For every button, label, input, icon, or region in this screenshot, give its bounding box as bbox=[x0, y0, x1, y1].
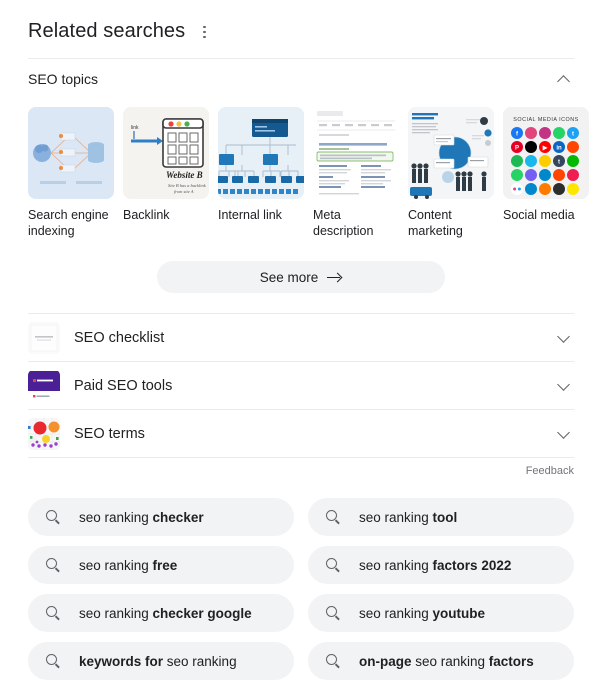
search-suggestion-label: seo ranking factors 2022 bbox=[359, 557, 512, 573]
panel-header: Related searches bbox=[0, 0, 602, 44]
see-more-container: See more bbox=[0, 261, 602, 293]
search-suggestion-chip[interactable]: seo ranking youtube bbox=[308, 594, 574, 632]
svg-text:in: in bbox=[556, 146, 562, 152]
topic-card-label: Meta description bbox=[313, 208, 374, 238]
search-suggestion-grid: seo ranking checker seo ranking tool seo r… bbox=[28, 498, 574, 680]
see-more-label: See more bbox=[259, 269, 319, 285]
search-suggestion-label: seo ranking checker google bbox=[79, 605, 252, 621]
accordion-label: SEO checklist bbox=[74, 329, 165, 346]
search-suggestion-label: seo ranking free bbox=[79, 557, 178, 573]
search-suggestion-label: seo ranking checker bbox=[79, 509, 204, 525]
topic-card[interactable]: link Website B Site B has a backlink fro… bbox=[123, 107, 209, 223]
topic-card[interactable]: SOCIAL MEDIA ICONS f t in ▶ P t Social m… bbox=[503, 107, 589, 223]
search-icon bbox=[326, 605, 341, 621]
kebab-menu-icon[interactable] bbox=[195, 22, 213, 42]
chevron-down-icon[interactable] bbox=[554, 376, 574, 396]
topic-card-label: Internal link bbox=[218, 208, 282, 222]
svg-text:from site A: from site A bbox=[174, 189, 194, 194]
section-label: SEO topics bbox=[28, 71, 99, 87]
topic-card-list: Search engine indexing link Website B Si… bbox=[28, 107, 589, 239]
related-searches-panel: Related searches SEO topics Search engin… bbox=[0, 0, 602, 682]
search-suggestion-chip[interactable]: keywords for seo ranking bbox=[28, 642, 294, 680]
see-more-button[interactable]: See more bbox=[157, 261, 445, 293]
arrow-right-icon bbox=[327, 270, 342, 285]
search-engine-indexing-thumbnail bbox=[28, 107, 114, 199]
search-suggestion-chip[interactable]: on-page seo ranking factors bbox=[308, 642, 574, 680]
backlink-thumbnail: link Website B Site B has a backlink fro… bbox=[123, 107, 209, 199]
paid-seo-tools-thumbnail bbox=[28, 369, 60, 402]
accordion-label: Paid SEO tools bbox=[74, 377, 173, 394]
search-suggestion-label: keywords for seo ranking bbox=[79, 653, 237, 669]
svg-text:t: t bbox=[558, 160, 560, 166]
accordion-row-seo-checklist[interactable]: SEO checklist bbox=[28, 313, 574, 361]
search-icon bbox=[326, 653, 341, 669]
search-suggestion-label: seo ranking youtube bbox=[359, 605, 486, 621]
svg-text:P: P bbox=[515, 146, 519, 152]
feedback-row: Feedback bbox=[28, 457, 574, 484]
topic-card-label: Social media bbox=[503, 208, 575, 222]
search-suggestion-chip[interactable]: seo ranking factors 2022 bbox=[308, 546, 574, 584]
accordion-row-paid-seo-tools[interactable]: Paid SEO tools bbox=[28, 361, 574, 409]
search-suggestion-chip[interactable]: seo ranking tool bbox=[308, 498, 574, 536]
search-suggestion-chip[interactable]: seo ranking checker bbox=[28, 498, 294, 536]
svg-text:t: t bbox=[572, 132, 574, 138]
search-icon bbox=[46, 509, 61, 525]
search-suggestion-label: on-page seo ranking factors bbox=[359, 653, 534, 669]
svg-text:link: link bbox=[131, 125, 139, 131]
seo-checklist-thumbnail bbox=[28, 321, 60, 354]
svg-text:SOCIAL MEDIA ICONS: SOCIAL MEDIA ICONS bbox=[513, 117, 578, 123]
internal-link-thumbnail bbox=[218, 107, 304, 199]
section-header-seo-topics[interactable]: SEO topics bbox=[28, 59, 574, 99]
search-icon bbox=[326, 509, 341, 525]
chevron-up-icon[interactable] bbox=[554, 69, 574, 89]
social-media-icons-thumbnail: SOCIAL MEDIA ICONS f t in ▶ P t bbox=[503, 107, 589, 199]
accordion-list: SEO checklist Paid SEO tools SEO terms bbox=[0, 313, 602, 457]
accordion-row-seo-terms[interactable]: SEO terms bbox=[28, 409, 574, 457]
topic-card[interactable]: Internal link bbox=[218, 107, 304, 223]
content-marketing-thumbnail bbox=[408, 107, 494, 199]
accordion-label: SEO terms bbox=[74, 425, 145, 442]
search-suggestion-label: seo ranking tool bbox=[359, 509, 458, 525]
svg-text:Website B: Website B bbox=[166, 170, 203, 180]
search-suggestion-chip[interactable]: seo ranking free bbox=[28, 546, 294, 584]
topic-card-label: Backlink bbox=[123, 208, 170, 222]
svg-text:Site B has a backlink: Site B has a backlink bbox=[168, 183, 207, 188]
search-icon bbox=[326, 557, 341, 573]
search-icon bbox=[46, 653, 61, 669]
topic-card[interactable]: Content marketing bbox=[408, 107, 494, 239]
search-icon bbox=[46, 605, 61, 621]
feedback-link[interactable]: Feedback bbox=[526, 465, 574, 477]
meta-description-thumbnail bbox=[313, 107, 399, 199]
page-title: Related searches bbox=[28, 20, 186, 42]
search-suggestion-chip[interactable]: seo ranking checker google bbox=[28, 594, 294, 632]
chevron-down-icon[interactable] bbox=[554, 424, 574, 444]
svg-text:▶: ▶ bbox=[542, 145, 548, 152]
chevron-down-icon[interactable] bbox=[554, 328, 574, 348]
topic-card-label: Content marketing bbox=[408, 208, 463, 238]
topic-card-label: Search engine indexing bbox=[28, 208, 109, 238]
topic-card[interactable]: Search engine indexing bbox=[28, 107, 114, 239]
seo-terms-thumbnail bbox=[28, 417, 60, 450]
search-icon bbox=[46, 557, 61, 573]
topic-card[interactable]: Meta description bbox=[313, 107, 399, 239]
